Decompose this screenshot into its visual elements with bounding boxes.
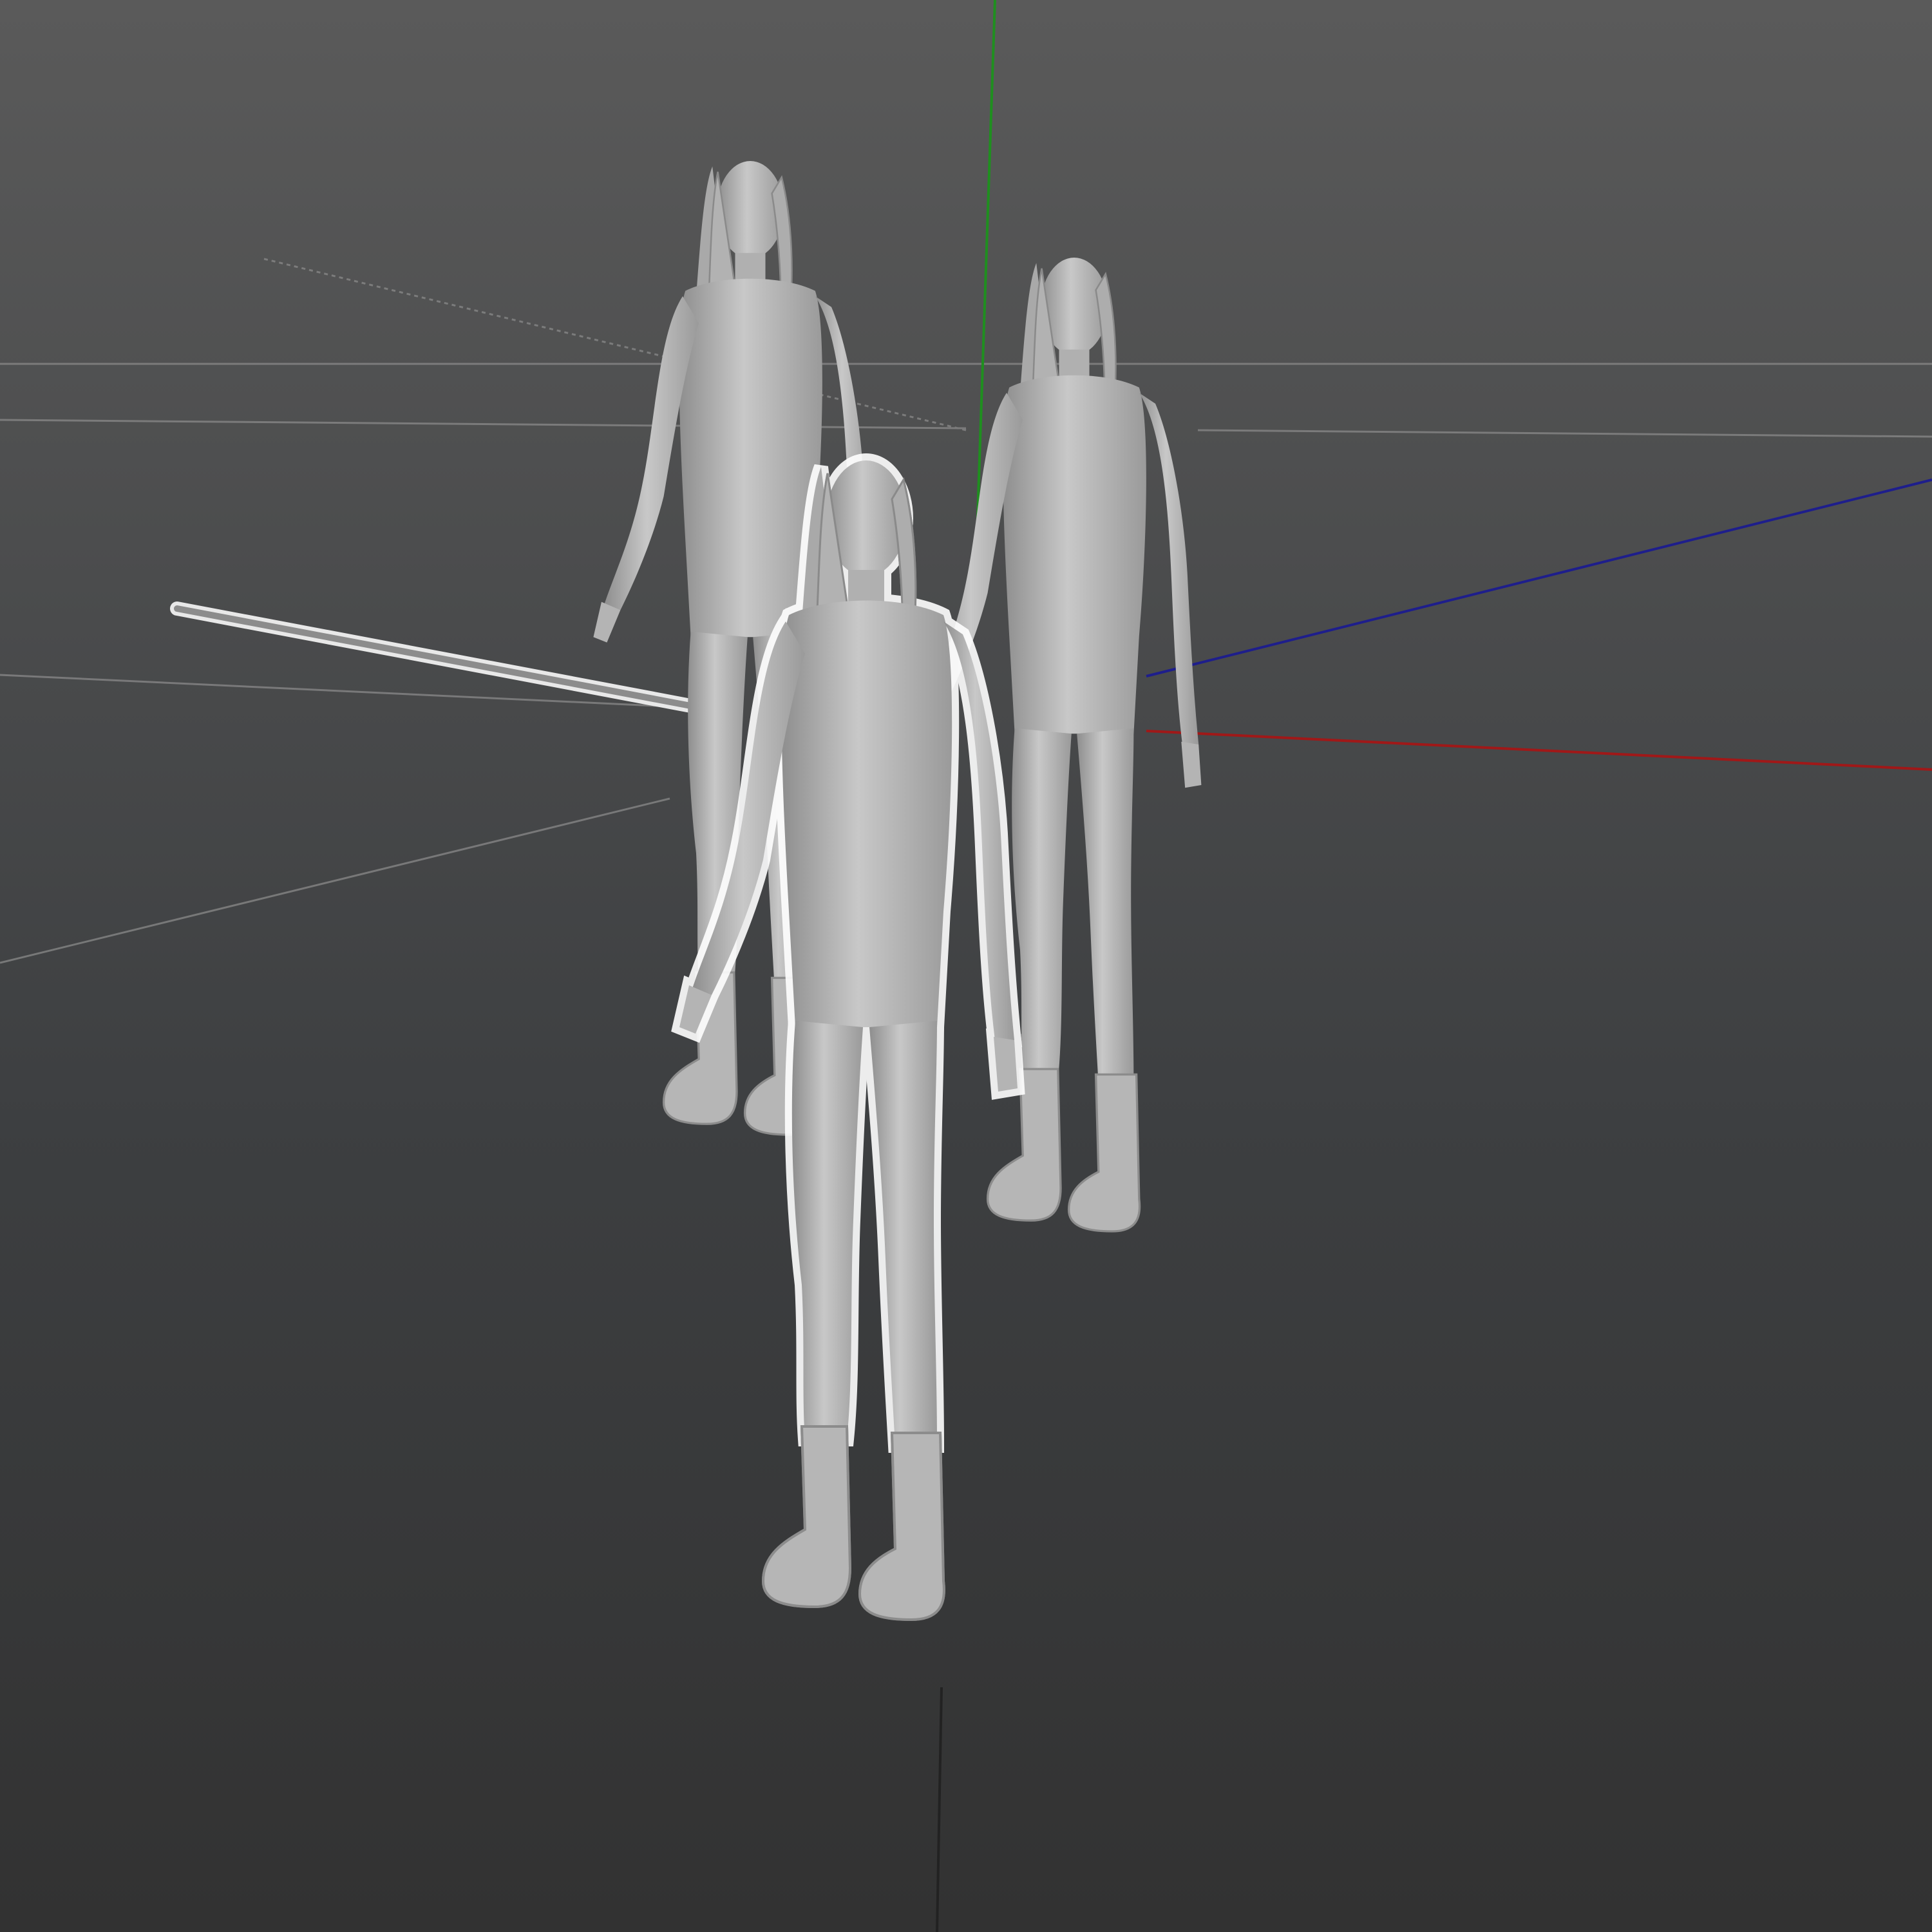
- viewport-canvas[interactable]: [0, 0, 1932, 1932]
- viewport-background: [0, 0, 1932, 1932]
- 3d-viewport[interactable]: [0, 0, 1932, 1932]
